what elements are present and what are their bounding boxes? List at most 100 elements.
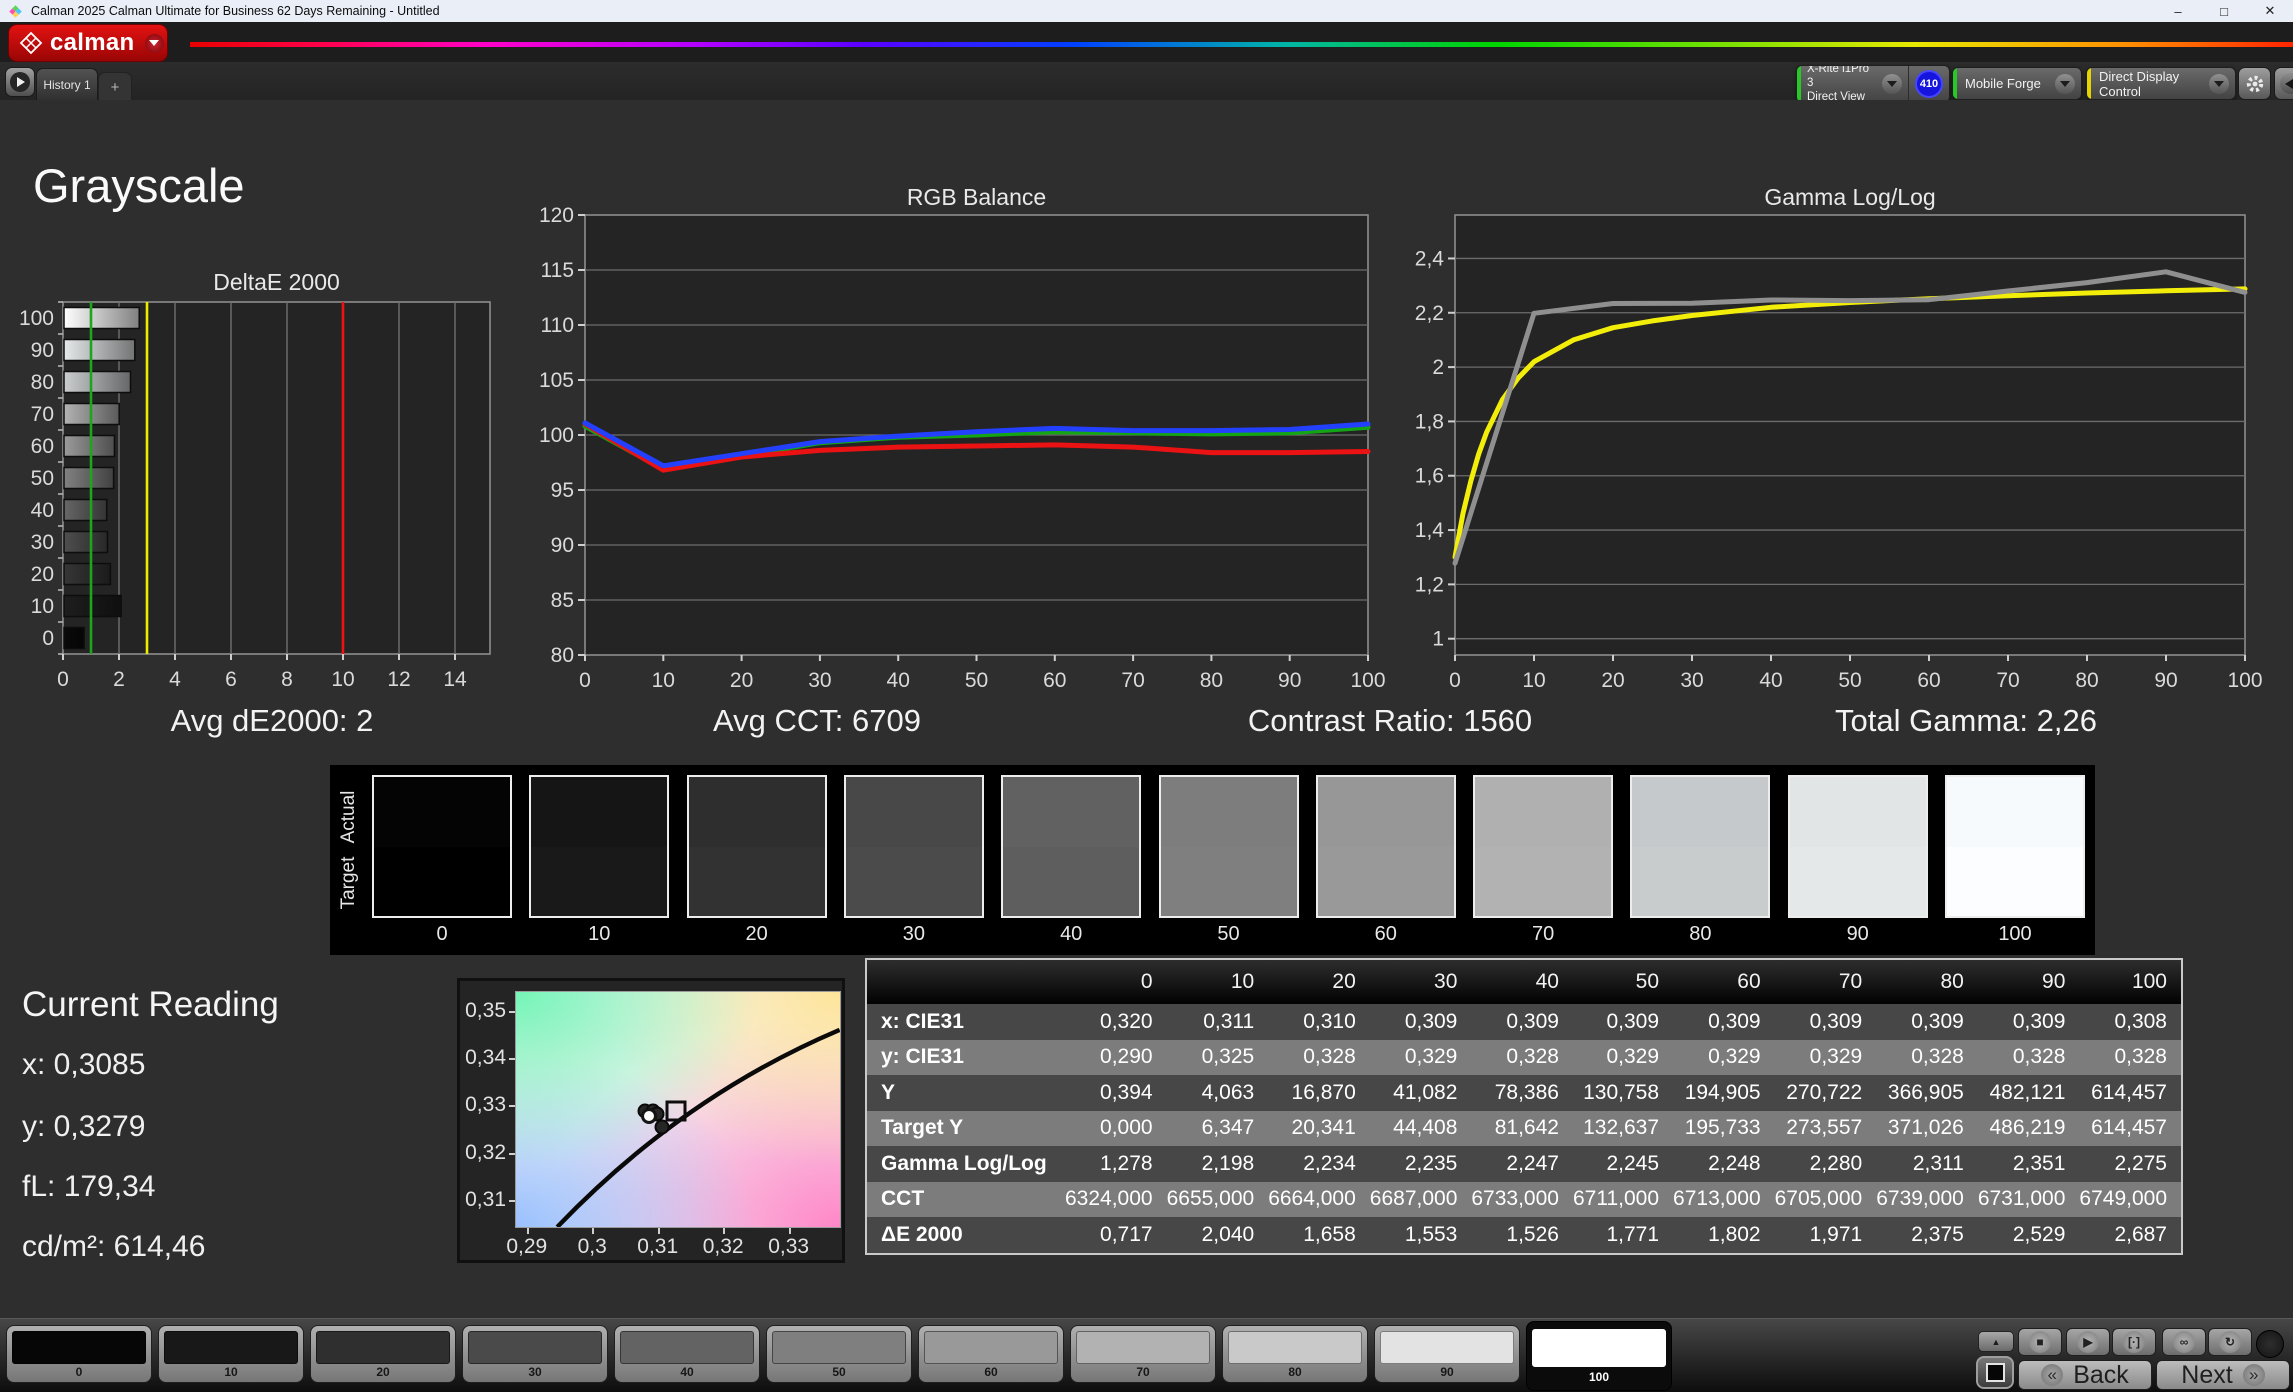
svg-text:60: 60 [1043, 669, 1066, 692]
tab-label: History 1 [43, 78, 91, 92]
svg-text:0: 0 [42, 627, 54, 650]
pattern-label: 40 [680, 1365, 694, 1379]
svg-text:40: 40 [1759, 669, 1782, 692]
table-cell: 6,347 [1166, 1110, 1269, 1146]
table-cell: 1,971 [1774, 1217, 1877, 1253]
pattern-button-40[interactable]: 40 [614, 1325, 760, 1383]
source-label: Mobile Forge [1965, 76, 2041, 91]
triangle-up-icon: ▲ [1991, 1336, 2001, 1347]
table-cell: 6324,000 [1065, 1181, 1167, 1217]
tick [657, 1228, 660, 1234]
table-cell: 0,308 [2079, 1004, 2181, 1040]
swatch-level-label: 80 [1689, 923, 1712, 945]
svg-text:2,2: 2,2 [1415, 302, 1444, 325]
calman-menu-button[interactable]: calman [8, 24, 168, 62]
table-row-label: y: CIE31 [867, 1039, 1065, 1075]
svg-text:100: 100 [2227, 669, 2262, 692]
display-control-dropdown[interactable]: Direct Display Control [2086, 67, 2236, 100]
pattern-button-0[interactable]: 0 [6, 1325, 152, 1383]
svg-text:1,4: 1,4 [1415, 519, 1445, 542]
maximize-button[interactable]: □ [2201, 0, 2247, 22]
table-row-label: Target Y [867, 1110, 1065, 1146]
stop-icon: ■ [2029, 1331, 2051, 1353]
table-cell: 0,290 [1065, 1039, 1167, 1075]
meter-dropdown[interactable]: X-Rite i1Pro 3 Direct View 410 [1796, 65, 1950, 103]
stop-button[interactable]: ■ [2018, 1328, 2062, 1356]
table-cell: 1,553 [1369, 1217, 1472, 1253]
swatch-target [1160, 846, 1297, 916]
status-indicator [2256, 1330, 2284, 1358]
display-control-label: Direct Display Control [2099, 68, 2180, 99]
swatch-actual [374, 777, 510, 847]
tick-label: 0,31 [465, 1187, 506, 1211]
rgb-balance-chart: RGB Balance 80 85 90 95 100 105 110 115 120 0 10 20 3… [540, 185, 1386, 692]
history-panel-toggle[interactable] [5, 67, 35, 97]
next-button[interactable]: Next » [2156, 1360, 2290, 1390]
pattern-button-60[interactable]: 60 [918, 1325, 1064, 1383]
square-icon [1985, 1363, 2005, 1382]
measure-button[interactable]: [·] [2112, 1328, 2156, 1356]
table-cell: 132,637 [1572, 1110, 1674, 1146]
cie-chart-panel: 0,29 0,3 0,31 0,32 0,33 0,35 0,34 0,33 0,32 0,31 [457, 978, 845, 1263]
play-button[interactable]: ▶ [2066, 1328, 2110, 1356]
tick-label: 0,3 [577, 1235, 607, 1258]
pattern-source-dropdown[interactable]: Mobile Forge [1952, 67, 2082, 100]
table-cell: 0,329 [1369, 1039, 1472, 1075]
table-cell: 6705,000 [1774, 1181, 1877, 1217]
cie-point-current [640, 1108, 657, 1125]
table-cell: 1,658 [1268, 1217, 1370, 1253]
svg-text:90: 90 [1278, 669, 1301, 692]
pattern-button-30[interactable]: 30 [462, 1325, 608, 1383]
actual-row-label: Actual [338, 790, 359, 844]
grayscale-swatch [372, 775, 512, 918]
table-cell: 1,526 [1471, 1217, 1573, 1253]
table-cell: 2,248 [1673, 1146, 1775, 1182]
table-cell: 0,717 [1065, 1217, 1167, 1253]
pattern-button-80[interactable]: 80 [1222, 1325, 1368, 1383]
pattern-button-70[interactable]: 70 [1070, 1325, 1216, 1383]
pattern-swatch [620, 1331, 754, 1364]
pattern-button-90[interactable]: 90 [1374, 1325, 1520, 1383]
pattern-button-100[interactable]: 100 [1526, 1321, 1672, 1391]
svg-text:110: 110 [541, 314, 574, 337]
table-cell: 0,328 [1471, 1039, 1573, 1075]
table-header-cell: 0 [1065, 960, 1167, 1004]
svg-text:70: 70 [31, 403, 54, 426]
pattern-bar-expand-button[interactable]: ▲ [1978, 1331, 2014, 1352]
table-cell: 0,311 [1166, 1004, 1269, 1040]
pattern-button-50[interactable]: 50 [766, 1325, 912, 1383]
table-cell: 0,309 [1673, 1004, 1775, 1040]
continuous-button[interactable]: ∞ [2162, 1328, 2206, 1356]
table-header-cell: 40 [1471, 960, 1573, 1004]
brand-banner: calman [0, 22, 2293, 62]
table-cell: 2,311 [1876, 1146, 1978, 1182]
continuous-icon: ∞ [2173, 1331, 2195, 1353]
back-button[interactable]: « Back [2018, 1360, 2152, 1390]
tab-history-1[interactable]: History 1 [36, 68, 98, 101]
tick [526, 1228, 529, 1234]
close-button[interactable]: ✕ [2247, 0, 2293, 22]
table-cell: 44,408 [1369, 1110, 1472, 1146]
grayscale-swatch [1945, 775, 2085, 918]
bar [63, 466, 115, 490]
svg-text:8: 8 [281, 668, 293, 691]
pattern-button-20[interactable]: 20 [310, 1325, 456, 1383]
table-cell: 4,063 [1166, 1075, 1269, 1111]
refresh-button[interactable]: ↻ [2208, 1328, 2252, 1356]
table-row-label: x: CIE31 [867, 1004, 1065, 1040]
swatch-level-label: 100 [1998, 923, 2032, 945]
tick [509, 1199, 515, 1202]
swatch-actual [531, 777, 668, 847]
collapse-toolbar-button[interactable] [2274, 67, 2293, 100]
minimize-button[interactable]: – [2155, 0, 2201, 22]
window-pattern-button[interactable] [1976, 1356, 2014, 1389]
settings-button[interactable] [2238, 67, 2271, 100]
svg-text:30: 30 [1680, 669, 1703, 692]
pattern-button-10[interactable]: 10 [158, 1325, 304, 1383]
swatch-target [688, 846, 825, 916]
window-title: Calman 2025 Calman Ultimate for Business… [31, 4, 440, 18]
svg-text:1,8: 1,8 [1415, 410, 1444, 433]
add-tab-button[interactable]: + [98, 72, 132, 101]
table-header-cell: 50 [1572, 960, 1674, 1004]
bar [63, 434, 116, 458]
